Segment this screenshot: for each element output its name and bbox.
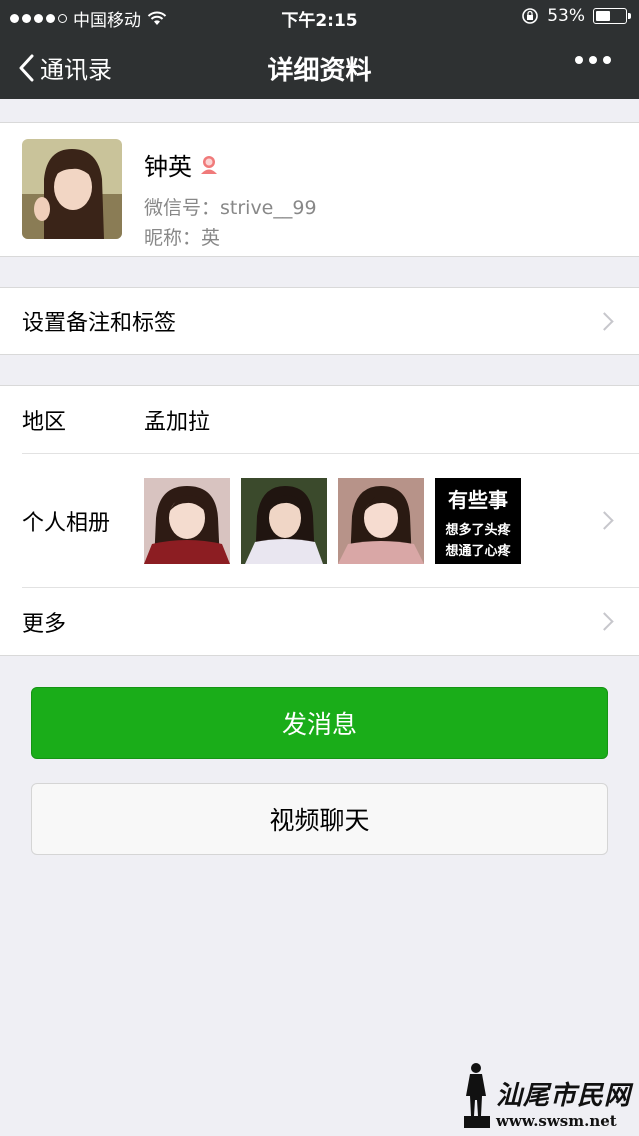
watermark-site-name: 汕尾市民网 xyxy=(495,1081,631,1111)
battery-icon xyxy=(593,8,631,24)
album-text-photo[interactable]: 有些事 想多了头疼 想通了心疼 xyxy=(435,478,521,564)
avatar[interactable] xyxy=(22,139,122,239)
album-text-line: 想多了头疼 xyxy=(445,523,511,538)
status-right: 53% xyxy=(521,6,631,26)
send-message-button[interactable]: 发消息 xyxy=(31,687,608,759)
watermark-url: www.swsm.net xyxy=(495,1112,617,1130)
more-label: 更多 xyxy=(22,611,67,637)
top-bar: 中国移动 下午2:15 53% 通讯录 详细资料 xyxy=(0,0,639,99)
statue-logo-icon xyxy=(463,1063,490,1128)
album-text-line: 想通了心疼 xyxy=(445,544,511,559)
region-value: 孟加拉 xyxy=(144,409,211,435)
album-photo[interactable] xyxy=(144,478,230,564)
remark-row[interactable]: 设置备注和标签 xyxy=(0,288,639,354)
status-bar: 中国移动 下午2:15 53% xyxy=(0,0,639,34)
region-label: 地区 xyxy=(22,409,67,435)
video-chat-button[interactable]: 视频聊天 xyxy=(31,783,608,855)
name-line: 钟英 xyxy=(144,147,220,182)
album-photo[interactable] xyxy=(338,478,424,564)
region-row: 地区 孟加拉 xyxy=(0,386,639,453)
remark-label: 设置备注和标签 xyxy=(22,311,177,336)
more-row[interactable]: 更多 xyxy=(0,588,639,655)
album-photo[interactable] xyxy=(241,478,327,564)
nickname: 昵称：英 xyxy=(144,227,221,249)
chevron-right-icon xyxy=(595,311,614,331)
watermark: 汕尾市民网 www.swsm.net xyxy=(462,1060,631,1130)
remark-group: 设置备注和标签 xyxy=(0,287,639,355)
watermark-text: 汕尾市民网 www.swsm.net xyxy=(496,1075,631,1130)
female-icon xyxy=(201,155,217,174)
battery-percent: 53% xyxy=(547,6,585,26)
contact-name: 钟英 xyxy=(144,153,192,181)
more-dots-icon[interactable] xyxy=(575,56,611,64)
chevron-right-icon xyxy=(595,612,614,631)
rotation-lock-icon xyxy=(522,8,539,24)
chevron-right-icon xyxy=(595,511,614,530)
page-title: 详细资料 xyxy=(267,56,372,86)
wechat-id: 微信号：strive__99 xyxy=(144,197,317,219)
nav-bar: 通讯录 详细资料 xyxy=(0,34,639,99)
profile-card: 钟英 微信号：strive__99 昵称：英 xyxy=(0,122,639,257)
battery-fill xyxy=(596,11,611,21)
album-text-line: 有些事 xyxy=(448,488,508,512)
album-label: 个人相册 xyxy=(22,510,111,536)
